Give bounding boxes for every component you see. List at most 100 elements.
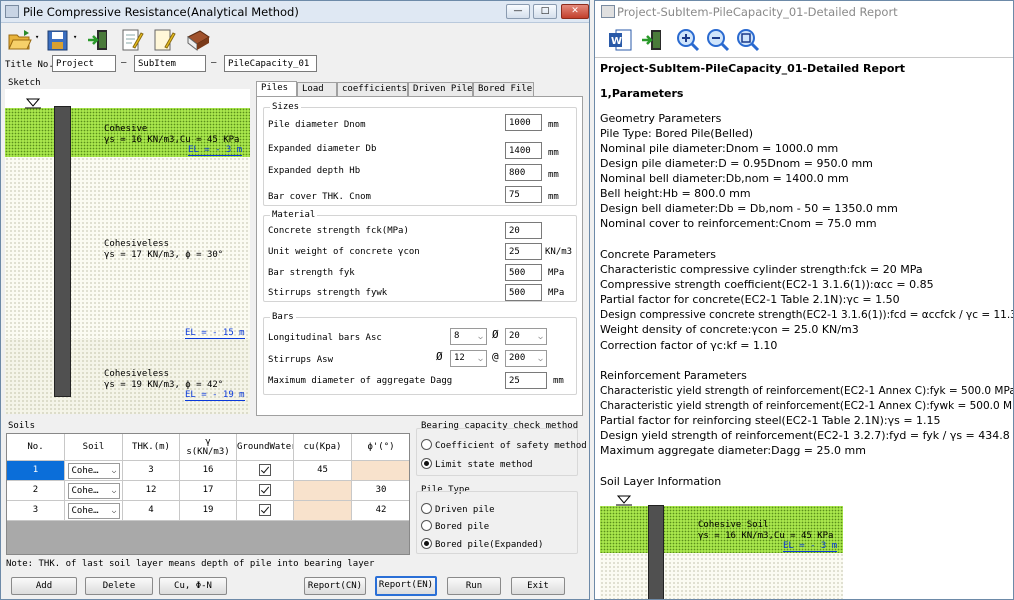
tab-load[interactable]: Load [297,82,337,97]
exit-door-icon[interactable] [639,27,665,53]
bored-pile-radio[interactable]: Bored pile [421,520,489,532]
report-line: Pile Type: Bored Pile(Belled) [600,127,754,140]
report-line: Partial factor for reinforcing steel(EC2… [600,414,941,427]
word-export-icon[interactable]: W [607,27,633,53]
open-dropdown-icon[interactable]: ▾ [35,33,39,41]
tab-driven-pile[interactable]: Driven Pile [408,82,473,97]
save-dropdown-icon[interactable]: ▾ [73,33,77,41]
groundwater-checkbox[interactable] [237,501,294,521]
asc-count-select[interactable]: 8 ⌵ [450,328,487,345]
subitem-input[interactable]: SubItem [134,55,206,72]
minimize-button[interactable]: — [506,4,530,19]
driven-pile-radio[interactable]: Driven pile [421,503,495,515]
fck-input[interactable]: 20 [505,222,542,239]
soils-label: Soils [8,421,36,431]
ycon-label: Unit weight of concrete γcon [268,247,420,257]
soil-type-select[interactable]: Cohe… ⌵ [65,481,123,501]
gamma-cell[interactable]: 16 [180,461,237,481]
col-header-phi: ϕ'(°) [352,434,409,461]
soil-type-select[interactable]: Cohe… ⌵ [65,501,123,521]
zoom-fit-icon[interactable] [735,27,761,53]
groundwater-checkbox[interactable] [237,481,294,501]
thk-cell[interactable]: 3 [123,461,180,481]
thk-cell[interactable]: 4 [123,501,180,521]
cu-phi-n-button[interactable]: Cu, Φ-N [159,577,227,595]
limit-state-radio[interactable]: Limit state method [421,458,533,470]
db-unit: mm [548,148,559,158]
cu-cell[interactable]: 45 [294,461,352,481]
exit-button[interactable]: Exit [511,577,565,595]
layer3-name: Cohesiveless [104,369,170,379]
report-cn-button[interactable]: Report(CN) [304,577,366,595]
open-folder-icon[interactable] [7,27,33,53]
table-row[interactable]: 2 [7,481,65,501]
phi-cell[interactable]: 30 [352,481,409,501]
table-row[interactable]: 1 [7,461,65,481]
tab-coefficients[interactable]: coefficients [337,82,408,97]
groundwater-checkbox[interactable] [237,461,294,481]
book-icon[interactable] [185,27,211,53]
fywk-input[interactable]: 500 [505,284,542,301]
sketch-panel: Cohesive γs = 16 KN/m3,Cu = 45 KPa EL = … [5,89,250,414]
section-parameters: 1,Parameters [600,87,684,100]
bored-pile-expanded-radio[interactable]: Bored pile(Expanded) [421,538,543,550]
report-line: Compressive strength coefficient(EC2-1 3… [600,278,934,291]
layer1-name: Cohesive [104,124,148,134]
report-en-button[interactable]: Report(EN) [375,576,437,596]
save-icon[interactable] [45,27,71,53]
maximize-button[interactable]: □ [533,4,557,19]
sketch-label: Sketch [8,78,41,88]
report-line: Characteristic yield strength of reinfor… [600,400,1014,412]
soil-type-select[interactable]: Cohe… ⌵ [65,461,123,481]
col-header-soil: Soil [65,434,123,461]
thk-cell[interactable]: 12 [123,481,180,501]
tab-strip: Piles Load coefficients Driven Pile Bore… [256,81,581,97]
tab-piles[interactable]: Piles [256,81,297,97]
exit-door-icon[interactable] [85,27,111,53]
hb-input[interactable]: 800 [505,164,542,181]
gamma-cell[interactable]: 19 [180,501,237,521]
run-button[interactable]: Run [447,577,501,595]
tab-bored-file[interactable]: Bored File [473,82,534,97]
db-label: Expanded diameter Db [268,144,377,154]
fyk-label: Bar strength fyk [268,268,355,278]
fyk-input[interactable]: 500 [505,264,542,281]
gamma-cell[interactable]: 17 [180,481,237,501]
dnom-input[interactable]: 1000 [505,114,542,131]
table-row[interactable]: 3 [7,501,65,521]
add-button[interactable]: Add [11,577,77,595]
hb-unit: mm [548,170,559,180]
pilecap-input[interactable]: PileCapacity_01 [224,55,317,72]
cu-cell[interactable] [294,481,352,501]
asw-label: Stirrups Asw [268,355,334,365]
report-line: Characteristic yield strength of reinfor… [600,385,1014,397]
app-icon [5,5,19,18]
asc-diameter-select[interactable]: 20 ⌵ [505,328,547,345]
close-button[interactable]: ✕ [561,4,589,19]
report-titlebar[interactable]: Project-SubItem-PileCapacity_01-Detailed… [595,1,1013,23]
zoom-in-icon[interactable] [675,27,701,53]
dash-separator-2: — [211,58,217,68]
cnom-input[interactable]: 75 [505,186,542,203]
asw-spacing-select[interactable]: 200 ⌵ [505,350,547,367]
db-input[interactable]: 1400 [505,142,542,159]
geometry-title: Geometry Parameters [600,112,722,125]
main-titlebar[interactable]: Pile Compressive Resistance(Analytical M… [1,1,589,23]
edit-sheet-icon[interactable] [151,27,177,53]
reinforcement-title: Reinforcement Parameters [600,369,747,382]
report-line: Design bell diameter:Db = Db,nom - 50 = … [600,202,898,215]
ycon-input[interactable]: 25 [505,243,542,260]
delete-button[interactable]: Delete [85,577,153,595]
asw-diameter-select[interactable]: 12 ⌵ [450,350,487,367]
edit-notes-icon[interactable] [119,27,145,53]
phi-cell[interactable] [352,461,409,481]
zoom-out-icon[interactable] [705,27,731,53]
cu-cell[interactable] [294,501,352,521]
dagg-input[interactable]: 25 [505,372,547,389]
fywk-unit: MPa [548,288,565,298]
safety-coefficient-radio[interactable]: Coefficient of safety method [421,439,587,451]
phi-cell[interactable]: 42 [352,501,409,521]
pile-shaft [54,106,71,397]
report-line: Weight density of concrete:γcon = 25.0 K… [600,323,859,336]
project-input[interactable]: Project [52,55,116,72]
